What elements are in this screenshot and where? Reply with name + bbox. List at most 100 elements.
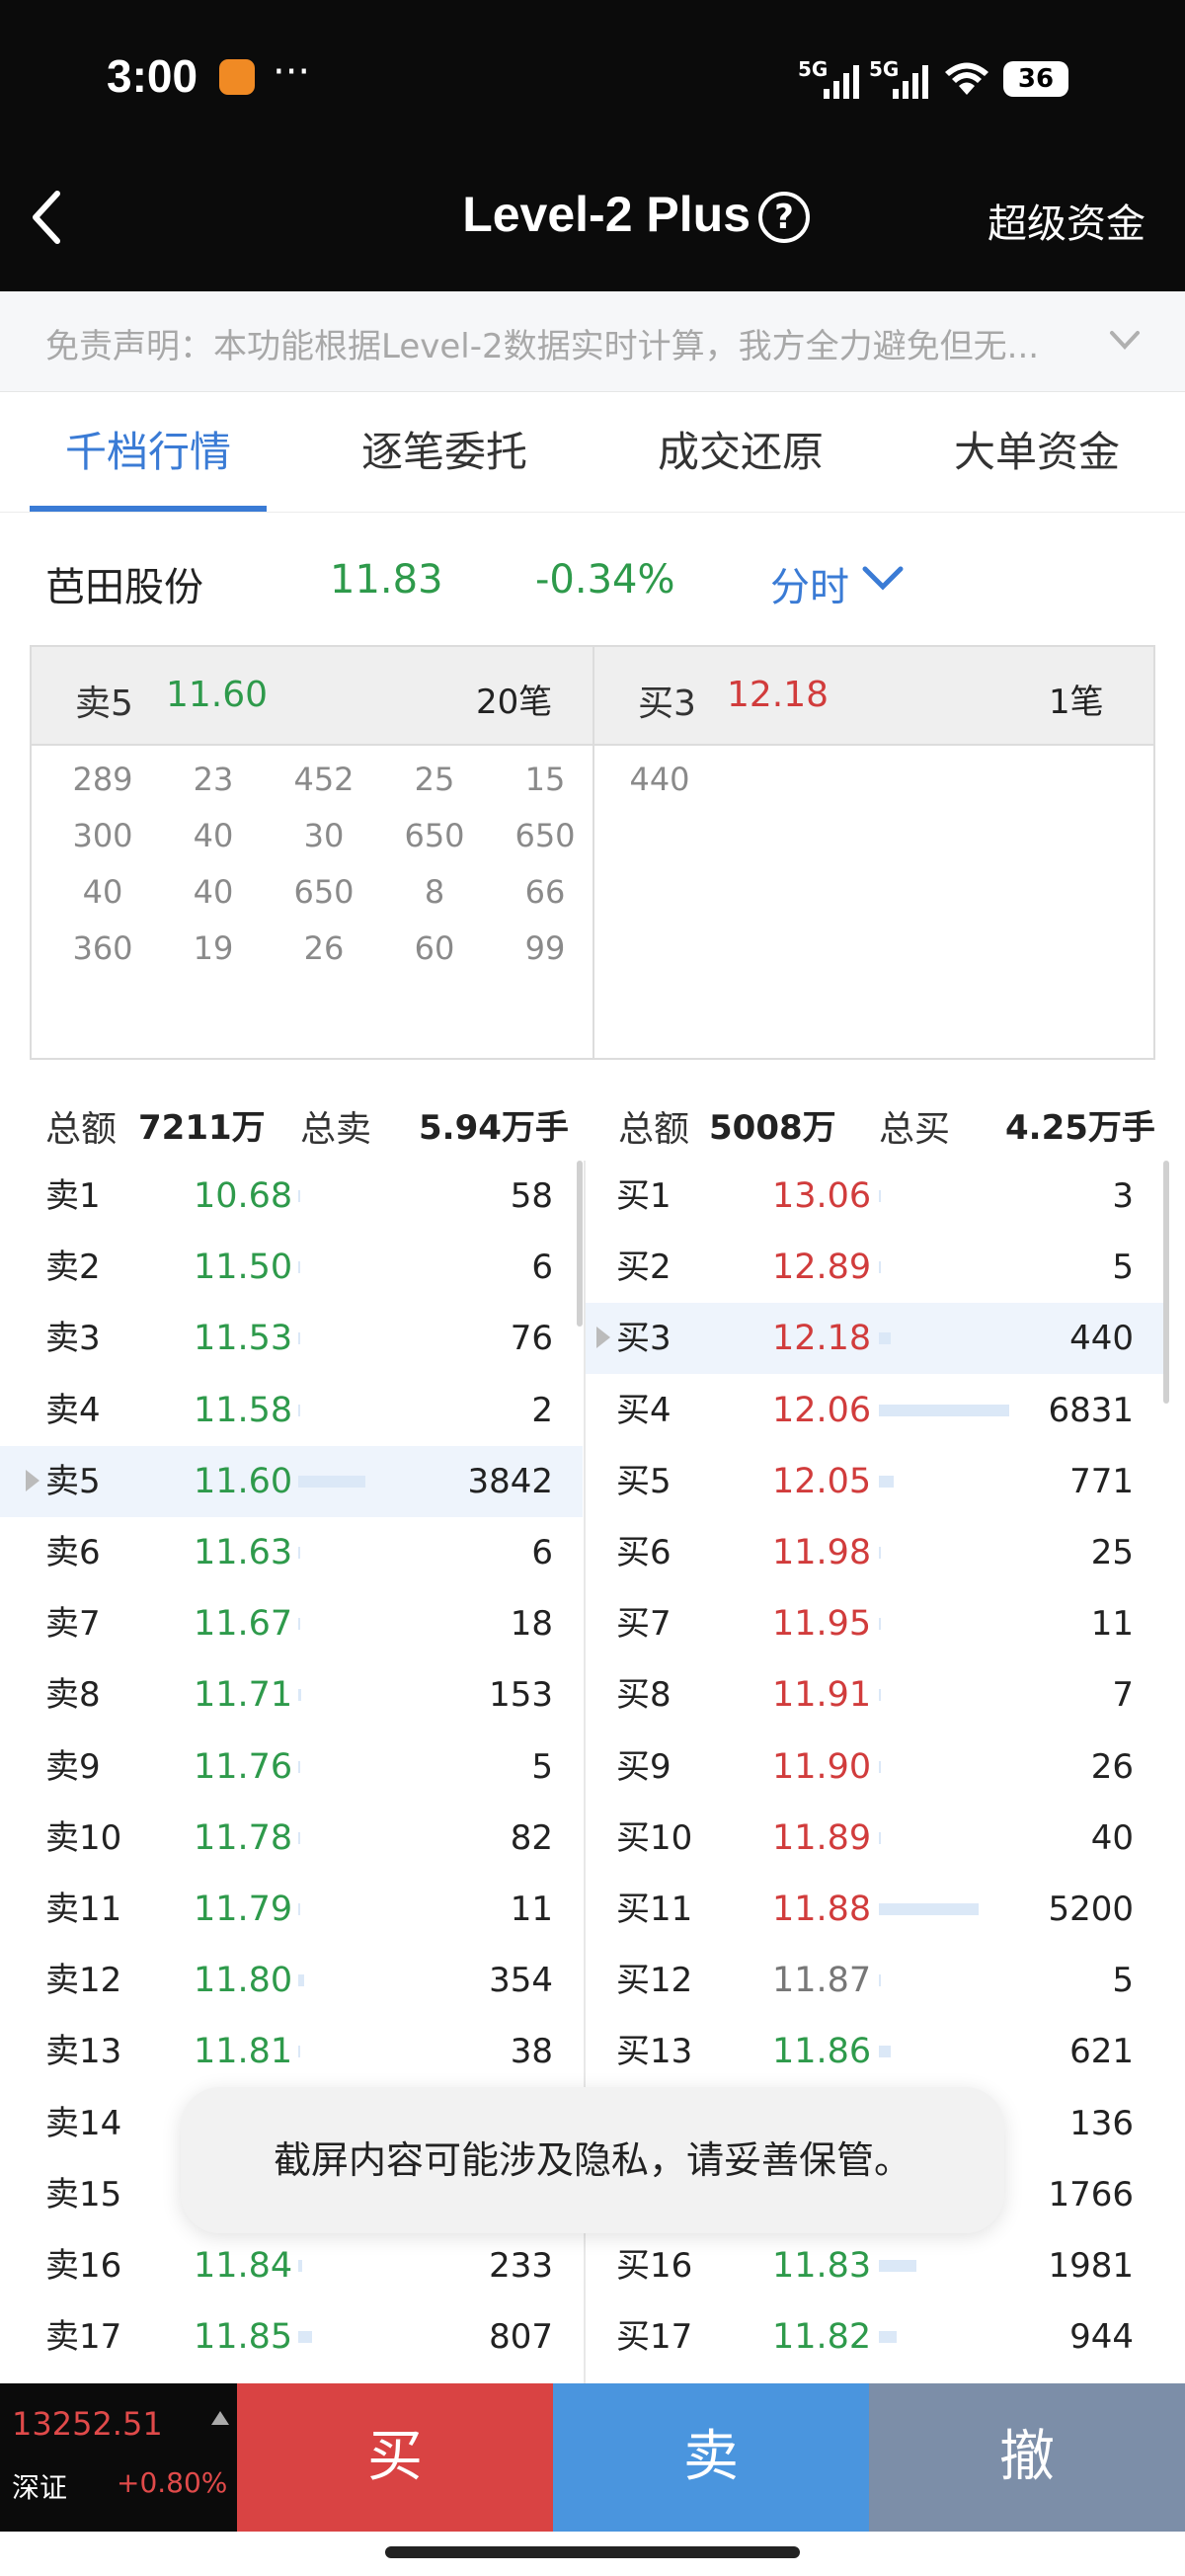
super-funds-link[interactable]: 超级资金 <box>988 192 1146 249</box>
sell-order-row[interactable]: 卖6 11.63 6 <box>0 1517 583 1588</box>
buy-level-volume: 26 <box>1090 1746 1134 1787</box>
sell-level-label: 卖12 <box>45 1961 122 2001</box>
sell-volume-bar <box>298 1404 300 1416</box>
sell-order-row[interactable]: 卖9 11.76 5 <box>0 1731 583 1803</box>
sell-volume-bar <box>298 1618 300 1631</box>
buy-order-row[interactable]: 买3 12.18 440 <box>585 1303 1163 1375</box>
buy-order-row[interactable]: 买13 11.86 621 <box>585 2016 1163 2087</box>
sell-order-row[interactable]: 卖10 11.78 82 <box>0 1803 583 1874</box>
buy-level-price: 11.83 <box>772 2246 872 2286</box>
buy-order-row[interactable]: 买16 11.83 1981 <box>585 2230 1163 2301</box>
buy-level-price: 11.98 <box>772 1533 872 1572</box>
buy-total: 4.25万手 <box>1005 1108 1155 1148</box>
sell-volume-bar <box>298 1475 366 1488</box>
tick-buy-count: 1笔 <box>1049 683 1104 722</box>
home-indicator[interactable] <box>385 2546 800 2558</box>
back-icon[interactable] <box>26 188 65 247</box>
buy-level-price: 11.82 <box>772 2317 872 2358</box>
buy-level-label: 买10 <box>616 1817 693 1858</box>
sell-level-volume: 38 <box>510 2032 553 2072</box>
tab-bar: 千档行情 逐笔委托 成交还原 大单资金 <box>0 392 1185 513</box>
sell-volume-bar <box>298 2260 303 2272</box>
sell-level-price: 11.60 <box>194 1461 293 1501</box>
buy-button[interactable]: 买 <box>237 2383 553 2532</box>
mode-chevron-down-icon[interactable] <box>861 561 905 595</box>
mode-selector[interactable]: 分时 <box>770 555 849 612</box>
buy-order-row[interactable]: 买12 11.87 5 <box>585 1945 1163 2016</box>
sell-order-row[interactable]: 卖2 11.50 6 <box>0 1232 583 1303</box>
sell-level-volume: 153 <box>489 1675 553 1716</box>
chevron-down-icon[interactable] <box>1108 325 1142 355</box>
buy-order-row[interactable]: 买7 11.95 11 <box>585 1588 1163 1659</box>
buy-scrollbar[interactable] <box>1163 1161 1169 1404</box>
sell-level-label: 卖17 <box>45 2317 122 2358</box>
sell-scrollbar[interactable] <box>577 1161 583 1327</box>
cancel-button[interactable]: 撤 <box>869 2383 1185 2532</box>
buy-level-label: 买9 <box>616 1746 672 1787</box>
buy-order-row[interactable]: 买10 11.89 40 <box>585 1803 1163 1874</box>
sell-level-label: 卖11 <box>45 1890 122 1929</box>
buy-level-label: 买5 <box>616 1461 672 1501</box>
buy-order-row[interactable]: 买9 11.90 26 <box>585 1731 1163 1803</box>
sell-order-row[interactable]: 卖7 11.67 18 <box>0 1588 583 1659</box>
sell-level-label: 卖6 <box>45 1533 101 1572</box>
signal-icon <box>824 65 859 99</box>
buy-order-row[interactable]: 买4 12.06 6831 <box>585 1375 1163 1446</box>
buy-level-label: 买2 <box>616 1248 672 1288</box>
buy-level-price: 13.06 <box>772 1176 872 1216</box>
index-ticker[interactable]: 13252.51 深证 +0.80% <box>0 2383 237 2532</box>
tab-trade-restore[interactable]: 成交还原 <box>622 392 859 513</box>
buy-level-volume: 621 <box>1069 2032 1134 2072</box>
buy-level-label: 买12 <box>616 1961 693 2001</box>
tab-large-order-funds[interactable]: 大单资金 <box>918 392 1155 513</box>
nav-bar: Level-2 Plus ? 超级资金 <box>0 158 1185 291</box>
sell-order-row[interactable]: 卖5 11.60 3842 <box>0 1445 583 1517</box>
sell-order-row[interactable]: 卖13 11.81 38 <box>0 2016 583 2087</box>
status-bar: 3:00 ··· 5G 5G 36 <box>0 0 1185 158</box>
row-marker-icon <box>26 1469 40 1491</box>
tick-sell-volume: 360 <box>72 929 133 967</box>
tick-sell-volume: 40 <box>82 873 123 911</box>
buy-order-row[interactable]: 买8 11.91 7 <box>585 1659 1163 1731</box>
help-icon[interactable]: ? <box>758 192 810 243</box>
buy-level-label: 买13 <box>616 2032 693 2072</box>
sell-order-row[interactable]: 卖8 11.71 153 <box>0 1659 583 1731</box>
sell-button[interactable]: 卖 <box>553 2383 869 2532</box>
tick-sell-volume: 19 <box>193 929 234 967</box>
battery-icon: 36 <box>1003 61 1068 97</box>
sell-level-volume: 5 <box>531 1746 553 1787</box>
tick-sell-count: 20笔 <box>476 683 553 722</box>
tick-buy-label: 买3 <box>638 684 696 724</box>
tick-sell-volume: 8 <box>424 873 445 911</box>
buy-level-volume: 1981 <box>1048 2246 1134 2286</box>
sell-level-label: 卖14 <box>45 2103 122 2143</box>
sell-level-label: 卖8 <box>45 1675 101 1716</box>
buy-order-row[interactable]: 买11 11.88 5200 <box>585 1874 1163 1945</box>
sell-order-row[interactable]: 卖1 10.68 58 <box>0 1161 583 1232</box>
sell-order-row[interactable]: 卖17 11.85 807 <box>0 2301 583 2373</box>
disclaimer-banner[interactable]: 免责声明：本功能根据Level-2数据实时计算，我方全力避免但无... <box>0 291 1185 392</box>
buy-volume-bar <box>879 1831 881 1844</box>
buy-level-volume: 3 <box>1112 1176 1134 1216</box>
sell-order-row[interactable]: 卖11 11.79 11 <box>0 1874 583 1945</box>
buy-order-row[interactable]: 买6 11.98 25 <box>585 1517 1163 1588</box>
buy-order-row[interactable]: 买1 13.06 3 <box>585 1161 1163 1232</box>
sell-order-row[interactable]: 卖16 11.84 233 <box>0 2230 583 2301</box>
tick-buy-price: 12.18 <box>727 675 830 715</box>
buy-order-row[interactable]: 买17 11.82 944 <box>585 2301 1163 2373</box>
sell-level-volume: 6 <box>531 1533 553 1572</box>
sell-level-price: 11.67 <box>194 1604 293 1645</box>
buy-order-row[interactable]: 买5 12.05 771 <box>585 1446 1163 1517</box>
tab-order-by-order[interactable]: 逐笔委托 <box>326 392 563 513</box>
sell-level-volume: 11 <box>510 1890 553 1929</box>
signal-icon-2 <box>893 65 928 99</box>
disclaimer-text: 免责声明：本功能根据Level-2数据实时计算，我方全力避免但无... <box>45 327 1040 366</box>
tick-sell-volume: 452 <box>293 761 355 798</box>
sell-order-row[interactable]: 卖3 11.53 76 <box>0 1303 583 1374</box>
buy-order-row[interactable]: 买2 12.89 5 <box>585 1232 1163 1303</box>
sell-level-price: 11.84 <box>194 2246 293 2286</box>
sell-level-volume: 18 <box>510 1604 553 1645</box>
sell-order-row[interactable]: 卖4 11.58 2 <box>0 1375 583 1446</box>
sell-order-row[interactable]: 卖12 11.80 354 <box>0 1945 583 2016</box>
tab-thousand-levels[interactable]: 千档行情 <box>30 392 267 513</box>
